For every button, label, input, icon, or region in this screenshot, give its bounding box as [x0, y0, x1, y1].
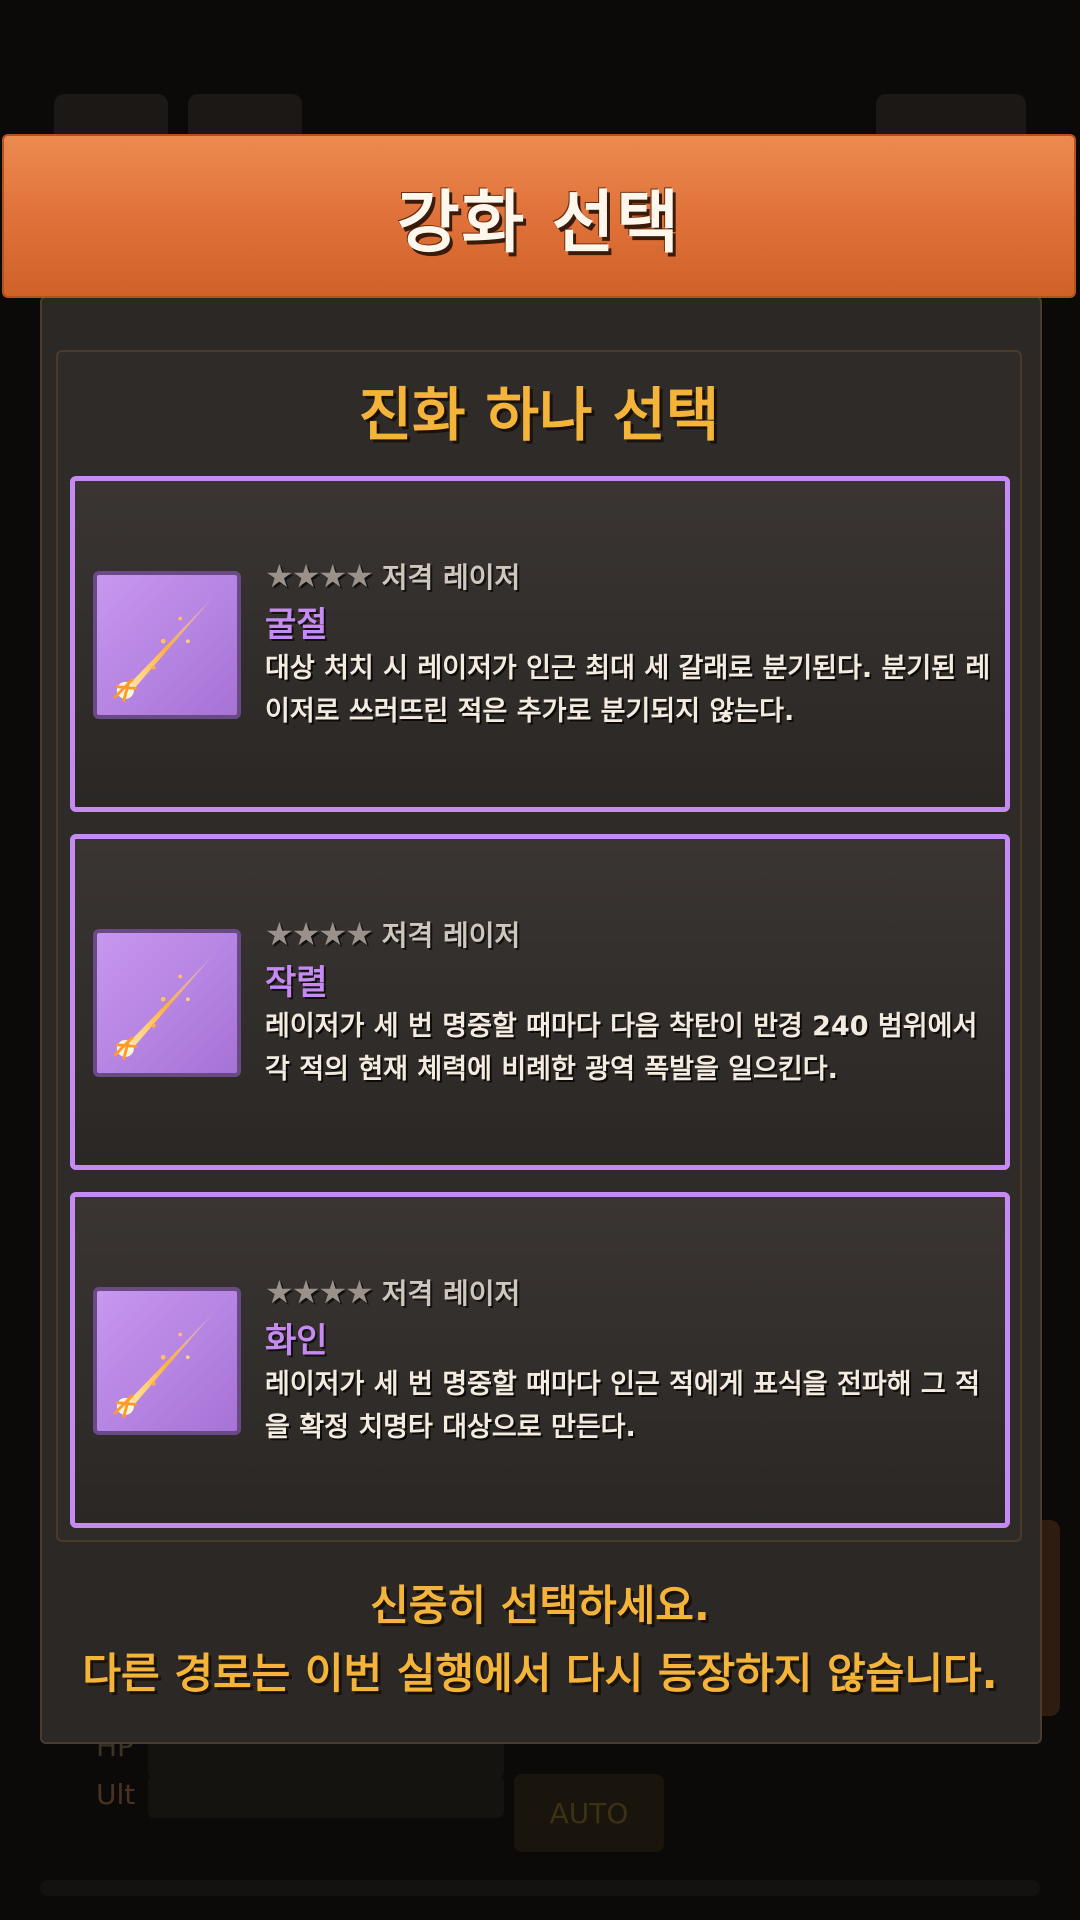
- evolution-panel: 진화 하나 선택 ★★★★ 저격 레이저 굴절 대상 처치 시 레이저가 인근 …: [56, 350, 1022, 1542]
- laser-bolt-icon: [93, 929, 241, 1077]
- auto-button: AUTO: [514, 1774, 664, 1852]
- card-category: 저격 레이저: [381, 919, 521, 952]
- modal-title: 강화 선택: [397, 183, 681, 263]
- card-name: 작렬: [265, 963, 328, 1003]
- title-banner: 강화 선택: [2, 134, 1076, 298]
- footer-line-2: 다른 경로는 이번 실행에서 다시 등장하지 않습니다.: [82, 1649, 998, 1698]
- ult-label: Ult: [96, 1778, 136, 1811]
- rarity-stars: ★★★★: [265, 557, 374, 595]
- footer-line-1: 신중히 선택하세요.: [370, 1581, 710, 1630]
- laser-bolt-icon: [93, 571, 241, 719]
- hud-bottom-bar: [40, 1880, 1040, 1896]
- upgrade-card-3[interactable]: ★★★★ 저격 레이저 화인 레이저가 세 번 명중할 때마다 인근 적에게 표…: [70, 1192, 1010, 1528]
- card-description: 레이저가 세 번 명중할 때마다 인근 적에게 표식을 전파해 그 적을 확정 …: [265, 1369, 980, 1443]
- card-name: 굴절: [265, 605, 328, 645]
- card-text: ★★★★ 저격 레이저 화인 레이저가 세 번 명중할 때마다 인근 적에게 표…: [265, 1273, 995, 1449]
- panel-title: 진화 하나 선택: [358, 381, 720, 449]
- card-description: 레이저가 세 번 명중할 때마다 다음 착탄이 반경 240 범위에서 각 적의…: [265, 1011, 978, 1085]
- card-category: 저격 레이저: [381, 1277, 521, 1310]
- rarity-stars: ★★★★: [265, 915, 374, 953]
- upgrade-modal: 진화 하나 선택 ★★★★ 저격 레이저 굴절 대상 처치 시 레이저가 인근 …: [40, 296, 1042, 1744]
- upgrade-card-1[interactable]: ★★★★ 저격 레이저 굴절 대상 처치 시 레이저가 인근 최대 세 갈래로 …: [70, 476, 1010, 812]
- rarity-stars: ★★★★: [265, 1273, 374, 1311]
- upgrade-card-2[interactable]: ★★★★ 저격 레이저 작렬 레이저가 세 번 명중할 때마다 다음 착탄이 반…: [70, 834, 1010, 1170]
- card-text: ★★★★ 저격 레이저 작렬 레이저가 세 번 명중할 때마다 다음 착탄이 반…: [265, 915, 995, 1091]
- card-category: 저격 레이저: [381, 561, 521, 594]
- ult-bar: [148, 1776, 504, 1818]
- footer-warning: 신중히 선택하세요. 다른 경로는 이번 실행에서 다시 등장하지 않습니다.: [40, 1574, 1040, 1710]
- card-description: 대상 처치 시 레이저가 인근 최대 세 갈래로 분기된다. 분기된 레이저로 …: [265, 653, 991, 727]
- card-text: ★★★★ 저격 레이저 굴절 대상 처치 시 레이저가 인근 최대 세 갈래로 …: [265, 557, 995, 733]
- laser-bolt-icon: [93, 1287, 241, 1435]
- card-name: 화인: [265, 1321, 328, 1361]
